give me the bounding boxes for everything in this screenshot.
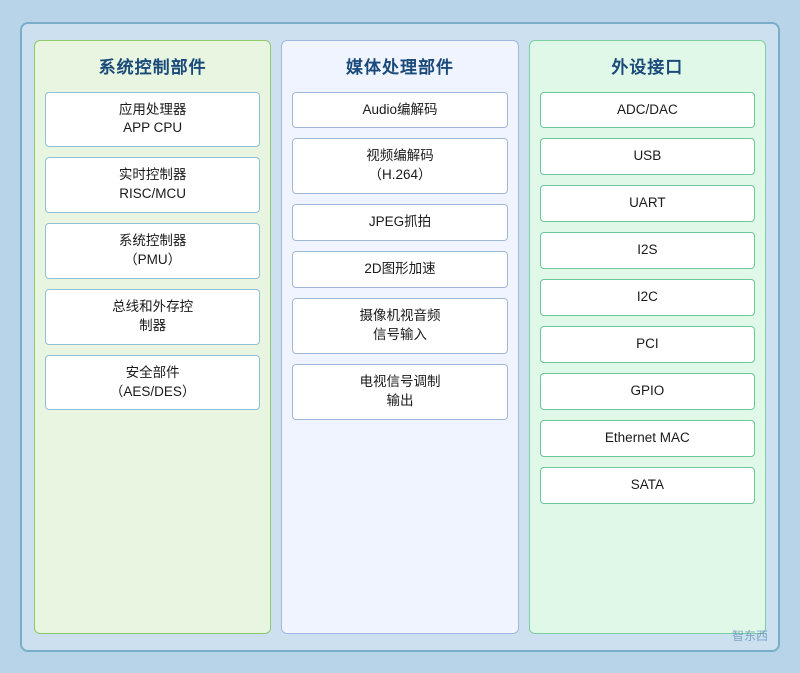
item-peripheral-2: UART (540, 185, 755, 222)
column-title-peripheral: 外设接口 (540, 53, 755, 78)
watermark: 智东西 (732, 627, 768, 644)
item-peripheral-5: PCI (540, 326, 755, 363)
item-media-1: 视频编解码 （H.264） (292, 138, 507, 194)
item-system-2: 系统控制器 （PMU） (45, 223, 260, 279)
item-system-1: 实时控制器 RISC/MCU (45, 157, 260, 213)
item-peripheral-8: SATA (540, 467, 755, 504)
item-media-0: Audio编解码 (292, 92, 507, 129)
column-title-system: 系统控制部件 (45, 53, 260, 78)
column-title-media: 媒体处理部件 (292, 53, 507, 78)
main-container: 系统控制部件应用处理器 APP CPU 实时控制器 RISC/MCU 系统控制器 （… (20, 22, 780, 652)
column-peripheral: 外设接口 ADC/DAC USB UART I2S I2C PCI GPIO Ethernet … (529, 40, 766, 634)
item-media-4: 摄像机视音频 信号输入 (292, 298, 507, 354)
column-media: 媒体处理部件 Audio编解码视频编解码 （H.264） JPEG抓拍 2D图形加速摄… (281, 40, 518, 634)
item-peripheral-1: USB (540, 138, 755, 175)
item-peripheral-7: Ethernet MAC (540, 420, 755, 457)
items-list-media: Audio编解码视频编解码 （H.264） JPEG抓拍 2D图形加速摄像机视音频 … (292, 92, 507, 621)
item-peripheral-0: ADC/DAC (540, 92, 755, 129)
item-peripheral-6: GPIO (540, 373, 755, 410)
item-media-3: 2D图形加速 (292, 251, 507, 288)
item-system-3: 总线和外存控 制器 (45, 289, 260, 345)
item-system-0: 应用处理器 APP CPU (45, 92, 260, 148)
item-system-4: 安全部件 （AES/DES） (45, 355, 260, 411)
items-list-peripheral: ADC/DAC USB UART I2S I2C PCI GPIO Ethernet MAC S… (540, 92, 755, 621)
column-system: 系统控制部件应用处理器 APP CPU 实时控制器 RISC/MCU 系统控制器 （… (34, 40, 271, 634)
items-list-system: 应用处理器 APP CPU 实时控制器 RISC/MCU 系统控制器 （PMU） 总线… (45, 92, 260, 621)
item-peripheral-3: I2S (540, 232, 755, 269)
item-peripheral-4: I2C (540, 279, 755, 316)
item-media-2: JPEG抓拍 (292, 204, 507, 241)
item-media-5: 电视信号调制 输出 (292, 364, 507, 420)
